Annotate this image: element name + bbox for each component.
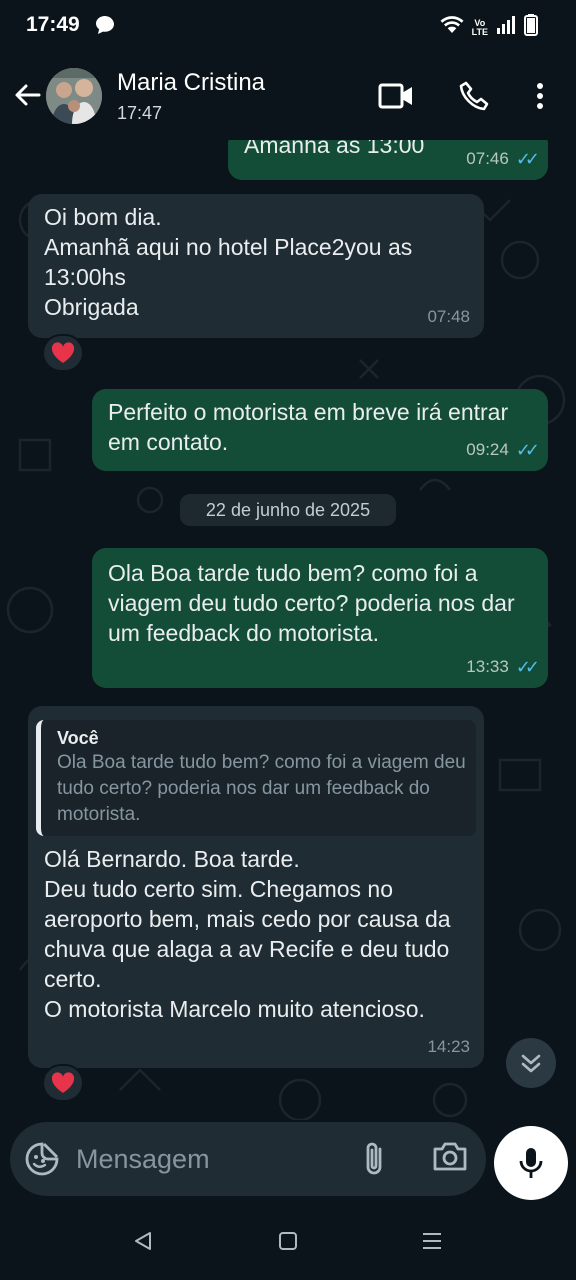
- composer-bar: [0, 1120, 576, 1200]
- status-icons: Vo LTE: [440, 14, 538, 41]
- contact-name[interactable]: Maria Cristina: [117, 69, 265, 97]
- phone-icon: [459, 81, 489, 111]
- attach-button[interactable]: [360, 1140, 396, 1178]
- message-time: 09:24: [466, 440, 509, 459]
- mic-icon: [519, 1148, 543, 1178]
- chat-header: Maria Cristina 17:47: [0, 52, 576, 140]
- contact-avatar[interactable]: [46, 68, 102, 124]
- system-nav-bar: [0, 1200, 576, 1280]
- message-text: Olá Bernardo. Boa tarde. Deu tudo certo …: [44, 846, 451, 1022]
- message-meta: 09:24 ✓✓: [466, 435, 540, 465]
- back-arrow-icon: [15, 84, 41, 106]
- quoted-author: Você: [57, 728, 99, 748]
- message-outgoing[interactable]: Amanhã as 13:00 07:46 ✓✓: [228, 140, 548, 180]
- date-separator: 22 de junho de 2025: [180, 494, 396, 526]
- reaction-badge[interactable]: [42, 1064, 84, 1102]
- message-incoming[interactable]: Oi bom dia. Amanhã aqui no hotel Place2y…: [28, 194, 484, 338]
- wifi-icon: [440, 15, 464, 40]
- message-input[interactable]: [76, 1134, 346, 1184]
- nav-menu-icon: [423, 1233, 441, 1249]
- message-outgoing[interactable]: Ola Boa tarde tudo bem? como foi a viage…: [92, 548, 548, 688]
- status-bar: 17:49 Vo LTE: [0, 0, 576, 52]
- camera-icon: [433, 1142, 467, 1171]
- read-ticks-icon: ✓✓: [515, 440, 540, 460]
- message-meta: 13:33 ✓✓: [466, 652, 540, 682]
- heart-icon: [51, 342, 75, 363]
- back-button[interactable]: [10, 78, 44, 112]
- message-meta: 14:23: [427, 1032, 470, 1062]
- quoted-text: Ola Boa tarde tudo bem? como foi a viage…: [57, 752, 466, 825]
- more-options-button[interactable]: [522, 78, 558, 114]
- video-call-icon: [378, 83, 412, 109]
- nav-back-icon: [135, 1232, 151, 1250]
- emoji-sticker-icon: [25, 1142, 59, 1176]
- conversation[interactable]: Amanhã as 13:00 07:46 ✓✓ Oi bom dia. Ama…: [0, 140, 576, 1120]
- voice-call-button[interactable]: [456, 78, 492, 114]
- camera-button[interactable]: [432, 1140, 472, 1178]
- video-call-button[interactable]: [378, 78, 414, 114]
- scroll-to-bottom-button[interactable]: [506, 1038, 556, 1088]
- scroll-down-icon: [521, 1054, 541, 1073]
- message-time: 07:48: [427, 307, 470, 326]
- volte-indicator: Vo LTE: [471, 18, 488, 37]
- reaction-badge[interactable]: [42, 334, 84, 372]
- attach-icon: [366, 1142, 382, 1175]
- nav-menu-button[interactable]: [415, 1224, 449, 1258]
- last-seen: 17:47: [117, 103, 163, 123]
- message-incoming-reply[interactable]: Você Ola Boa tarde tudo bem? como foi a …: [28, 706, 484, 1068]
- chat-notification-icon: [94, 14, 116, 41]
- voice-message-button[interactable]: [494, 1126, 568, 1200]
- quoted-message[interactable]: Você Ola Boa tarde tudo bem? como foi a …: [36, 720, 476, 836]
- more-vert-icon: [537, 83, 543, 109]
- volte-bottom: LTE: [471, 26, 488, 37]
- read-ticks-icon: ✓✓: [515, 657, 540, 677]
- emoji-sticker-button[interactable]: [24, 1141, 60, 1177]
- message-text: Ola Boa tarde tudo bem? como foi a viage…: [108, 560, 515, 646]
- heart-icon: [51, 1072, 75, 1093]
- nav-home-icon: [279, 1232, 297, 1250]
- message-outgoing[interactable]: Perfeito o motorista em breve irá entrar…: [92, 389, 548, 471]
- message-meta: 07:46 ✓✓: [466, 144, 540, 174]
- message-input-container: [10, 1122, 486, 1196]
- battery-icon: [524, 14, 538, 41]
- signal-icon: [496, 16, 516, 39]
- read-ticks-icon: ✓✓: [515, 149, 540, 169]
- message-time: 14:23: [427, 1037, 470, 1056]
- message-time: 07:46: [466, 149, 509, 168]
- message-text: Oi bom dia. Amanhã aqui no hotel Place2y…: [44, 204, 413, 320]
- message-time: 13:33: [466, 657, 509, 676]
- message-meta: 07:48: [427, 302, 470, 332]
- nav-back-button[interactable]: [126, 1224, 160, 1258]
- nav-home-button[interactable]: [271, 1224, 305, 1258]
- status-time: 17:49: [26, 13, 80, 36]
